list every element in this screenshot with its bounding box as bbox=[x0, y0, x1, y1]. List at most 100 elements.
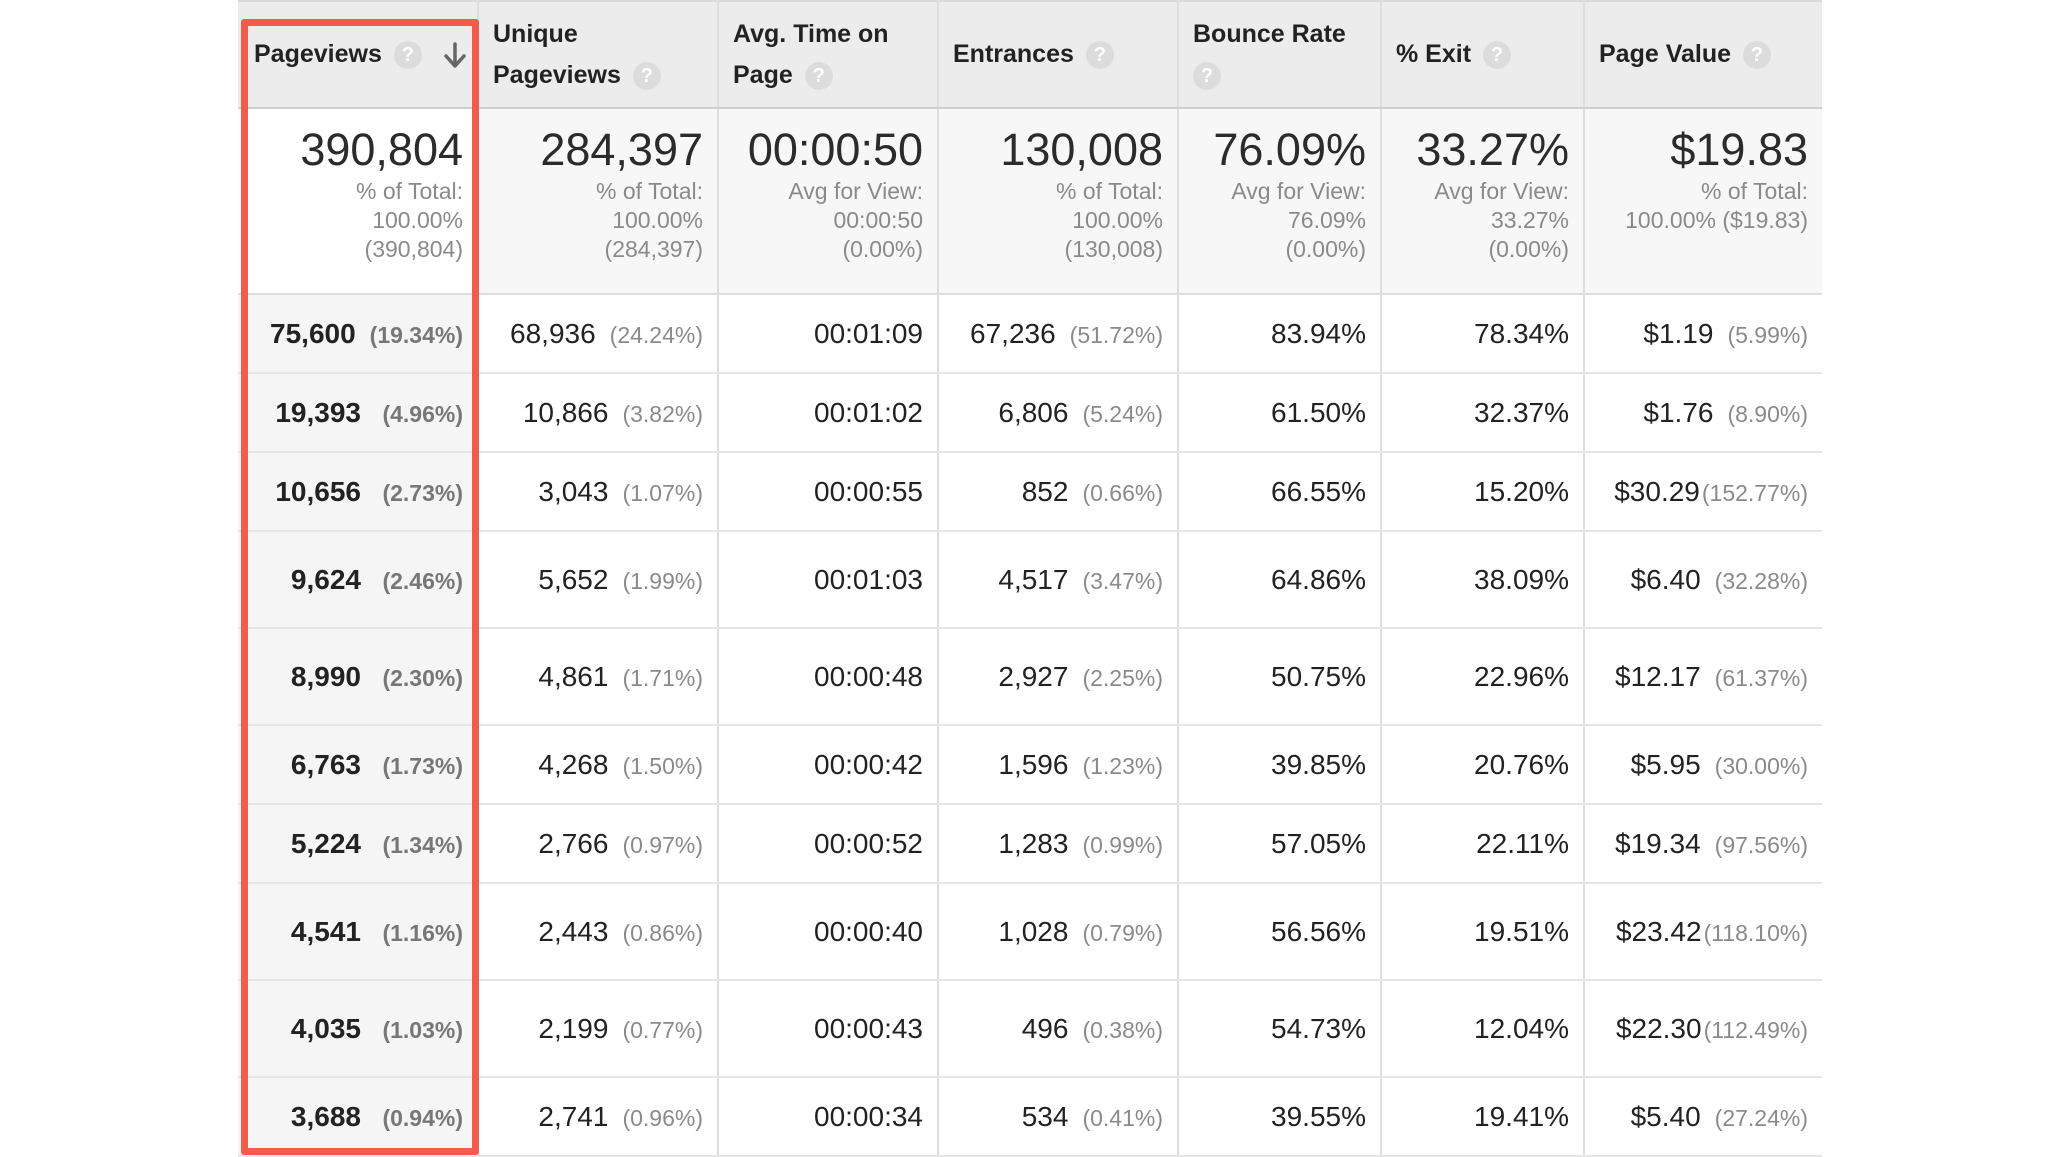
report-table: Pageviews? Unique Pageviews? Avg. Time o… bbox=[238, 0, 1822, 1157]
cell-pageviews: 3,688 (0.94%) bbox=[238, 1077, 479, 1157]
column-header-unique-pageviews[interactable]: Unique Pageviews? bbox=[478, 0, 719, 109]
cell-percent: (0.66%) bbox=[1082, 479, 1163, 506]
cell-value: $22.30 bbox=[1615, 1012, 1702, 1044]
total-absolute: (0.00%) bbox=[1285, 236, 1366, 262]
column-header-exit[interactable]: % Exit? bbox=[1381, 0, 1585, 109]
cell-exit: 19.51% bbox=[1381, 883, 1585, 981]
cell-unique-pageviews: 2,199 (0.77%) bbox=[478, 980, 719, 1078]
column-header-label: Bounce Rate bbox=[1193, 19, 1346, 48]
table-row[interactable]: 10,656 (2.73%) 3,043 (1.07%) 00:00:55 852 (0.6… bbox=[238, 452, 1822, 532]
cell-bounce-rate: 39.85% bbox=[1178, 725, 1382, 805]
cell-exit: 32.37% bbox=[1381, 373, 1585, 453]
cell-bounce-rate: 64.86% bbox=[1178, 531, 1382, 629]
help-icon[interactable]: ? bbox=[632, 61, 661, 90]
cell-entrances: 2,927 (2.25%) bbox=[938, 628, 1179, 726]
cell-value: 50.75% bbox=[1271, 660, 1366, 692]
cell-percent: (1.73%) bbox=[382, 752, 463, 779]
cell-pageviews: 6,763 (1.73%) bbox=[238, 725, 479, 805]
column-header-pageviews[interactable]: Pageviews? bbox=[238, 0, 479, 109]
cell-value: 22.11% bbox=[1476, 827, 1569, 859]
cell-value: 00:00:43 bbox=[814, 1012, 923, 1044]
cell-value: 4,035 bbox=[290, 1012, 361, 1044]
cell-page-value: $1.19 (5.99%) bbox=[1584, 294, 1822, 374]
total-value: 76.09% bbox=[1213, 124, 1366, 175]
cell-value: 61.50% bbox=[1271, 396, 1366, 428]
cell-value: 4,861 bbox=[538, 660, 609, 692]
table-row[interactable]: 4,541 (1.16%) 2,443 (0.86%) 00:00:40 1,028 (0.… bbox=[238, 883, 1822, 981]
total-absolute: (0.00%) bbox=[842, 236, 923, 262]
cell-value: 67,236 bbox=[970, 317, 1056, 349]
total-value: 390,804 bbox=[300, 124, 463, 175]
cell-bounce-rate: 39.55% bbox=[1178, 1077, 1382, 1157]
cell-percent: (2.73%) bbox=[382, 479, 463, 506]
help-icon[interactable]: ? bbox=[393, 41, 422, 70]
cell-value: 68,936 bbox=[510, 317, 596, 349]
cell-avg-time-on-page: 00:00:55 bbox=[718, 452, 939, 532]
help-icon[interactable]: ? bbox=[1193, 61, 1221, 90]
cell-unique-pageviews: 3,043 (1.07%) bbox=[478, 452, 719, 532]
column-header-entrances[interactable]: Entrances? bbox=[938, 0, 1179, 109]
cell-percent: (24.24%) bbox=[609, 321, 703, 348]
cell-value: 00:01:02 bbox=[814, 396, 923, 428]
cell-percent: (112.49%) bbox=[1703, 1016, 1808, 1043]
table-row[interactable]: 4,035 (1.03%) 2,199 (0.77%) 00:00:43 496 (0.38… bbox=[238, 980, 1822, 1078]
cell-value: 10,866 bbox=[522, 396, 609, 428]
cell-value: 8,990 bbox=[290, 660, 361, 692]
cell-entrances: 852 (0.66%) bbox=[938, 452, 1179, 532]
help-icon[interactable]: ? bbox=[804, 61, 833, 90]
table-row[interactable]: 19,393 (4.96%) 10,866 (3.82%) 00:01:02 6,806 (… bbox=[238, 373, 1822, 453]
total-cell-pageviews: 390,804 % of Total: 100.00% (390,804) bbox=[238, 108, 479, 295]
table-row[interactable]: 8,990 (2.30%) 4,861 (1.71%) 00:00:48 2,927 (2.… bbox=[238, 628, 1822, 726]
cell-value: 00:01:09 bbox=[814, 317, 923, 349]
cell-percent: (1.23%) bbox=[1082, 752, 1163, 779]
cell-bounce-rate: 56.56% bbox=[1178, 883, 1382, 981]
sort-descending-arrow-icon[interactable] bbox=[443, 42, 467, 70]
cell-percent: (8.90%) bbox=[1727, 400, 1808, 427]
column-header-page-value[interactable]: Page Value? bbox=[1584, 0, 1822, 109]
cell-exit: 19.41% bbox=[1381, 1077, 1585, 1157]
cell-value: 10,656 bbox=[275, 475, 361, 507]
table-row[interactable]: 9,624 (2.46%) 5,652 (1.99%) 00:01:03 4,517 (3.… bbox=[238, 531, 1822, 629]
cell-avg-time-on-page: 00:00:42 bbox=[718, 725, 939, 805]
total-absolute: (390,804) bbox=[364, 236, 463, 262]
cell-percent: (0.86%) bbox=[622, 919, 703, 946]
cell-avg-time-on-page: 00:01:09 bbox=[718, 294, 939, 374]
column-header-label-line2: Page bbox=[733, 60, 793, 89]
cell-unique-pageviews: 2,741 (0.96%) bbox=[478, 1077, 719, 1157]
cell-percent: (5.99%) bbox=[1727, 321, 1808, 348]
cell-exit: 12.04% bbox=[1381, 980, 1585, 1078]
cell-value: 2,199 bbox=[538, 1012, 609, 1044]
table-header-row: Pageviews? Unique Pageviews? Avg. Time o… bbox=[238, 0, 1822, 109]
table-row[interactable]: 3,688 (0.94%) 2,741 (0.96%) 00:00:34 534 (0.41… bbox=[238, 1077, 1822, 1157]
cell-entrances: 1,028 (0.79%) bbox=[938, 883, 1179, 981]
total-percent: 00:00:50 bbox=[833, 207, 923, 233]
table-row[interactable]: 5,224 (1.34%) 2,766 (0.97%) 00:00:52 1,283 (0.… bbox=[238, 804, 1822, 884]
cell-percent: (3.47%) bbox=[1082, 567, 1163, 594]
column-header-avg-time-on-page[interactable]: Avg. Time on Page? bbox=[718, 0, 939, 109]
table-row[interactable]: 6,763 (1.73%) 4,268 (1.50%) 00:00:42 1,596 (1.… bbox=[238, 725, 1822, 805]
cell-value: 56.56% bbox=[1271, 915, 1366, 947]
cell-entrances: 534 (0.41%) bbox=[938, 1077, 1179, 1157]
cell-avg-time-on-page: 00:00:52 bbox=[718, 804, 939, 884]
cell-percent: (0.99%) bbox=[1082, 831, 1163, 858]
help-icon[interactable]: ? bbox=[1085, 41, 1114, 70]
cell-percent: (3.82%) bbox=[622, 400, 703, 427]
total-value: 284,397 bbox=[540, 124, 703, 175]
cell-value: 32.37% bbox=[1474, 396, 1569, 428]
column-header-bounce-rate[interactable]: Bounce Rate ? bbox=[1178, 0, 1382, 109]
cell-percent: (1.50%) bbox=[622, 752, 703, 779]
cell-percent: (0.41%) bbox=[1082, 1104, 1163, 1131]
cell-percent: (0.96%) bbox=[622, 1104, 703, 1131]
cell-unique-pageviews: 68,936 (24.24%) bbox=[478, 294, 719, 374]
total-caption: % of Total: bbox=[596, 178, 703, 204]
help-icon[interactable]: ? bbox=[1483, 41, 1512, 70]
cell-entrances: 1,596 (1.23%) bbox=[938, 725, 1179, 805]
table-row[interactable]: 75,600 (19.34%) 68,936 (24.24%) 00:01:09 67,2… bbox=[238, 294, 1822, 374]
cell-exit: 15.20% bbox=[1381, 452, 1585, 532]
cell-value: 2,766 bbox=[538, 827, 609, 859]
cell-percent: (1.07%) bbox=[622, 479, 703, 506]
cell-percent: (30.00%) bbox=[1714, 752, 1808, 779]
cell-value: $23.42 bbox=[1615, 915, 1702, 947]
help-icon[interactable]: ? bbox=[1743, 41, 1772, 70]
total-value: 33.27% bbox=[1416, 124, 1569, 175]
